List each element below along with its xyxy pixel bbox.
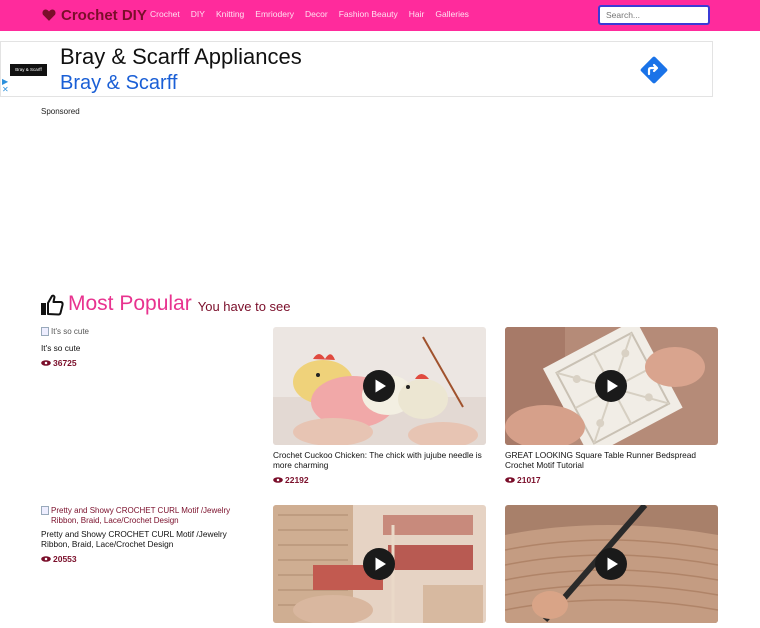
view-count: 21017 [505,475,718,485]
top-navbar: Crochet DIY Crochet DIY Knitting Emriode… [0,0,760,31]
image-alt-text: Pretty and Showy CROCHET CURL Motif /Jew… [51,506,231,525]
play-icon[interactable] [595,370,627,402]
play-icon[interactable] [595,548,627,580]
popular-card: It's so cute It's so cute 36725 [41,327,254,368]
play-icon[interactable] [363,370,395,402]
popular-card [273,505,486,628]
nav-galleries[interactable]: Galleries [435,9,469,19]
video-thumbnail[interactable] [273,327,486,445]
card-title[interactable]: GREAT LOOKING Square Table Runner Bedspr… [505,450,718,470]
popular-card: Crochet Cuckoo Chicken: The chick with j… [273,327,486,485]
nav-knitting[interactable]: Knitting [216,9,244,19]
popular-card: GREAT LOOKING Square Table Runner Bedspr… [505,327,718,485]
section-subtitle: You have to see [197,299,291,314]
card-title[interactable]: It's so cute [41,343,254,353]
eye-icon [41,360,51,366]
directions-arrow-icon[interactable] [640,56,668,84]
section-title: Most Popular [68,292,192,315]
eye-icon [273,477,283,483]
video-thumbnail[interactable] [505,327,718,445]
thumbs-up-icon [41,294,64,316]
search-input[interactable] [598,5,710,25]
image-alt-text: It's so cute [51,327,89,336]
nav-crochet[interactable]: Crochet [150,9,180,19]
view-count-value: 20553 [53,554,77,564]
card-title[interactable]: Pretty and Showy CROCHET CURL Motif /Jew… [41,529,254,549]
nav-decor[interactable]: Decor [305,9,328,19]
nav-fashion-beauty[interactable]: Fashion Beauty [339,9,398,19]
brand-logo-link[interactable]: Crochet DIY [42,5,147,25]
nav-hair[interactable]: Hair [409,9,425,19]
card-image-broken[interactable]: Pretty and Showy CROCHET CURL Motif /Jew… [41,506,254,526]
ad-banner[interactable]: Bray & Scarff Bray & Scarff Appliances B… [0,41,713,97]
card-image-broken[interactable]: It's so cute [41,327,254,337]
eye-icon [505,477,515,483]
view-count: 20553 [41,554,254,564]
view-count-value: 36725 [53,358,77,368]
broken-image-icon [41,327,49,336]
ad-title[interactable]: Bray & Scarff Appliances [60,44,302,70]
nav-diy[interactable]: DIY [191,9,205,19]
video-thumbnail[interactable] [505,505,718,623]
ad-choices-icon[interactable]: ▶ ✕ [2,78,9,94]
main-nav: Crochet DIY Knitting Emriodery Decor Fas… [150,9,480,19]
popular-card [505,505,718,628]
ad-subtitle[interactable]: Bray & Scarff [60,72,177,95]
play-icon[interactable] [363,548,395,580]
sponsored-label: Sponsored [41,107,80,116]
card-title[interactable]: Crochet Cuckoo Chicken: The chick with j… [273,450,486,470]
video-thumbnail[interactable] [273,505,486,623]
view-count-value: 22192 [285,475,309,485]
heart-icon [42,9,56,21]
view-count: 36725 [41,358,254,368]
ad-logo: Bray & Scarff [10,64,47,76]
most-popular-heading: Most Popular You have to see [40,292,291,316]
brand-name: Crochet DIY [61,6,147,24]
nav-embroidery[interactable]: Emriodery [255,9,294,19]
eye-icon [41,556,51,562]
view-count-value: 21017 [517,475,541,485]
broken-image-icon [41,506,49,515]
view-count: 22192 [273,475,486,485]
popular-card: Pretty and Showy CROCHET CURL Motif /Jew… [41,506,254,564]
